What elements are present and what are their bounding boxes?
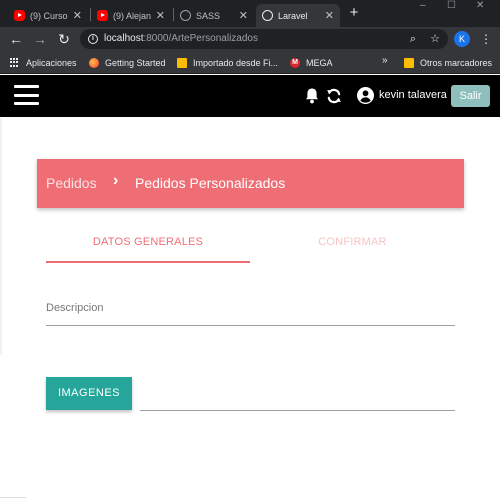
close-icon[interactable]: ✕	[73, 9, 82, 22]
folder-icon	[404, 57, 414, 68]
tab-title: (9) Curso	[30, 10, 68, 21]
chevron-right-icon: ›	[113, 172, 119, 189]
more-bookmarks-button[interactable]: »	[382, 55, 388, 66]
tab-datos-generales[interactable]: DATOS GENERALES	[46, 236, 250, 248]
divider	[0, 497, 26, 498]
browser-tab-strip: (9) Curso ✕ (9) Alejan ✕ SASS ✕ Laravel …	[0, 0, 500, 27]
url-path: :8000/ArtePersonalizados	[143, 33, 258, 44]
bookmark-label: Aplicaciones	[26, 57, 77, 68]
breadcrumb-item-pedidos[interactable]: Pedidos	[46, 175, 97, 191]
bookmark-apps[interactable]: Aplicaciones	[10, 56, 77, 69]
description-field[interactable]	[46, 325, 455, 326]
close-icon[interactable]: ✕	[239, 9, 248, 22]
minimize-button[interactable]: –	[420, 0, 426, 12]
browser-menu-icon[interactable]: ⋮	[480, 30, 492, 48]
firefox-icon	[89, 57, 99, 68]
bookmark-other[interactable]: Otros marcadores	[404, 56, 492, 69]
reload-button[interactable]: ↻	[56, 30, 72, 48]
description-field-label: Descripcion	[46, 302, 104, 314]
side-divider	[0, 118, 2, 355]
bookmark-label: Importado desde Fi...	[193, 57, 279, 68]
address-bar[interactable]: i localhost:8000/ArtePersonalizados ⌕ ☆	[80, 29, 448, 49]
active-tab-indicator	[46, 261, 250, 263]
browser-tab[interactable]: (9) Alejan ✕	[91, 4, 171, 27]
close-icon[interactable]: ✕	[325, 9, 334, 22]
logout-button[interactable]: Salir	[451, 85, 490, 107]
globe-icon	[180, 10, 191, 21]
back-button[interactable]: ←	[8, 30, 24, 48]
youtube-icon	[97, 10, 108, 21]
bookmark-label: MEGA	[306, 57, 333, 68]
images-button[interactable]: IMAGENES	[46, 377, 132, 410]
close-window-button[interactable]: ✕	[476, 0, 484, 12]
bookmark-label: Otros marcadores	[420, 57, 493, 68]
maximize-button[interactable]: ☐	[447, 0, 456, 12]
browser-toolbar: ← → ↻ i localhost:8000/ArtePersonalizado…	[0, 27, 500, 51]
bookmark-star-icon[interactable]: ☆	[428, 32, 442, 46]
account-icon[interactable]	[357, 87, 374, 104]
tab-title: Laravel	[278, 10, 308, 21]
tab-confirmar[interactable]: CONFIRMAR	[250, 236, 455, 248]
bookmarks-bar: Aplicaciones Getting Started Importado d…	[0, 51, 500, 74]
url-text: localhost:8000/ArtePersonalizados	[104, 33, 258, 44]
url-host: localhost	[104, 33, 144, 44]
username: kevin talavera	[379, 89, 447, 101]
folder-icon	[177, 57, 187, 68]
apps-grid-icon	[10, 57, 20, 68]
close-icon[interactable]: ✕	[156, 9, 165, 22]
zoom-icon[interactable]: ⌕	[406, 32, 420, 46]
browser-tab[interactable]: SASS ✕	[174, 4, 254, 27]
mega-icon: M	[290, 57, 300, 68]
bookmark-label: Getting Started	[105, 57, 166, 68]
breadcrumb-item-current: Pedidos Personalizados	[135, 175, 286, 191]
bookmark-importado[interactable]: Importado desde Fi...	[177, 56, 278, 69]
app-navbar: kevin talavera Salir	[0, 75, 500, 117]
browser-tab[interactable]: (9) Curso ✕	[8, 4, 88, 27]
sync-icon[interactable]	[326, 87, 342, 105]
globe-icon	[262, 10, 273, 21]
bookmark-getting-started[interactable]: Getting Started	[89, 56, 166, 69]
breadcrumb: Pedidos › Pedidos Personalizados	[37, 159, 464, 208]
menu-icon[interactable]	[14, 85, 39, 105]
profile-avatar[interactable]: K	[454, 31, 470, 47]
youtube-icon	[14, 10, 25, 21]
images-file-path-field[interactable]	[140, 410, 455, 411]
tab-title: (9) Alejan	[113, 10, 152, 21]
info-icon[interactable]: i	[88, 34, 98, 44]
bookmark-mega[interactable]: M MEGA	[290, 56, 333, 69]
tab-title: SASS	[196, 10, 221, 21]
bell-icon[interactable]	[304, 87, 320, 105]
new-tab-button[interactable]: +	[346, 4, 362, 22]
browser-tab-active[interactable]: Laravel ✕	[256, 4, 340, 27]
forward-button[interactable]: →	[32, 30, 48, 48]
